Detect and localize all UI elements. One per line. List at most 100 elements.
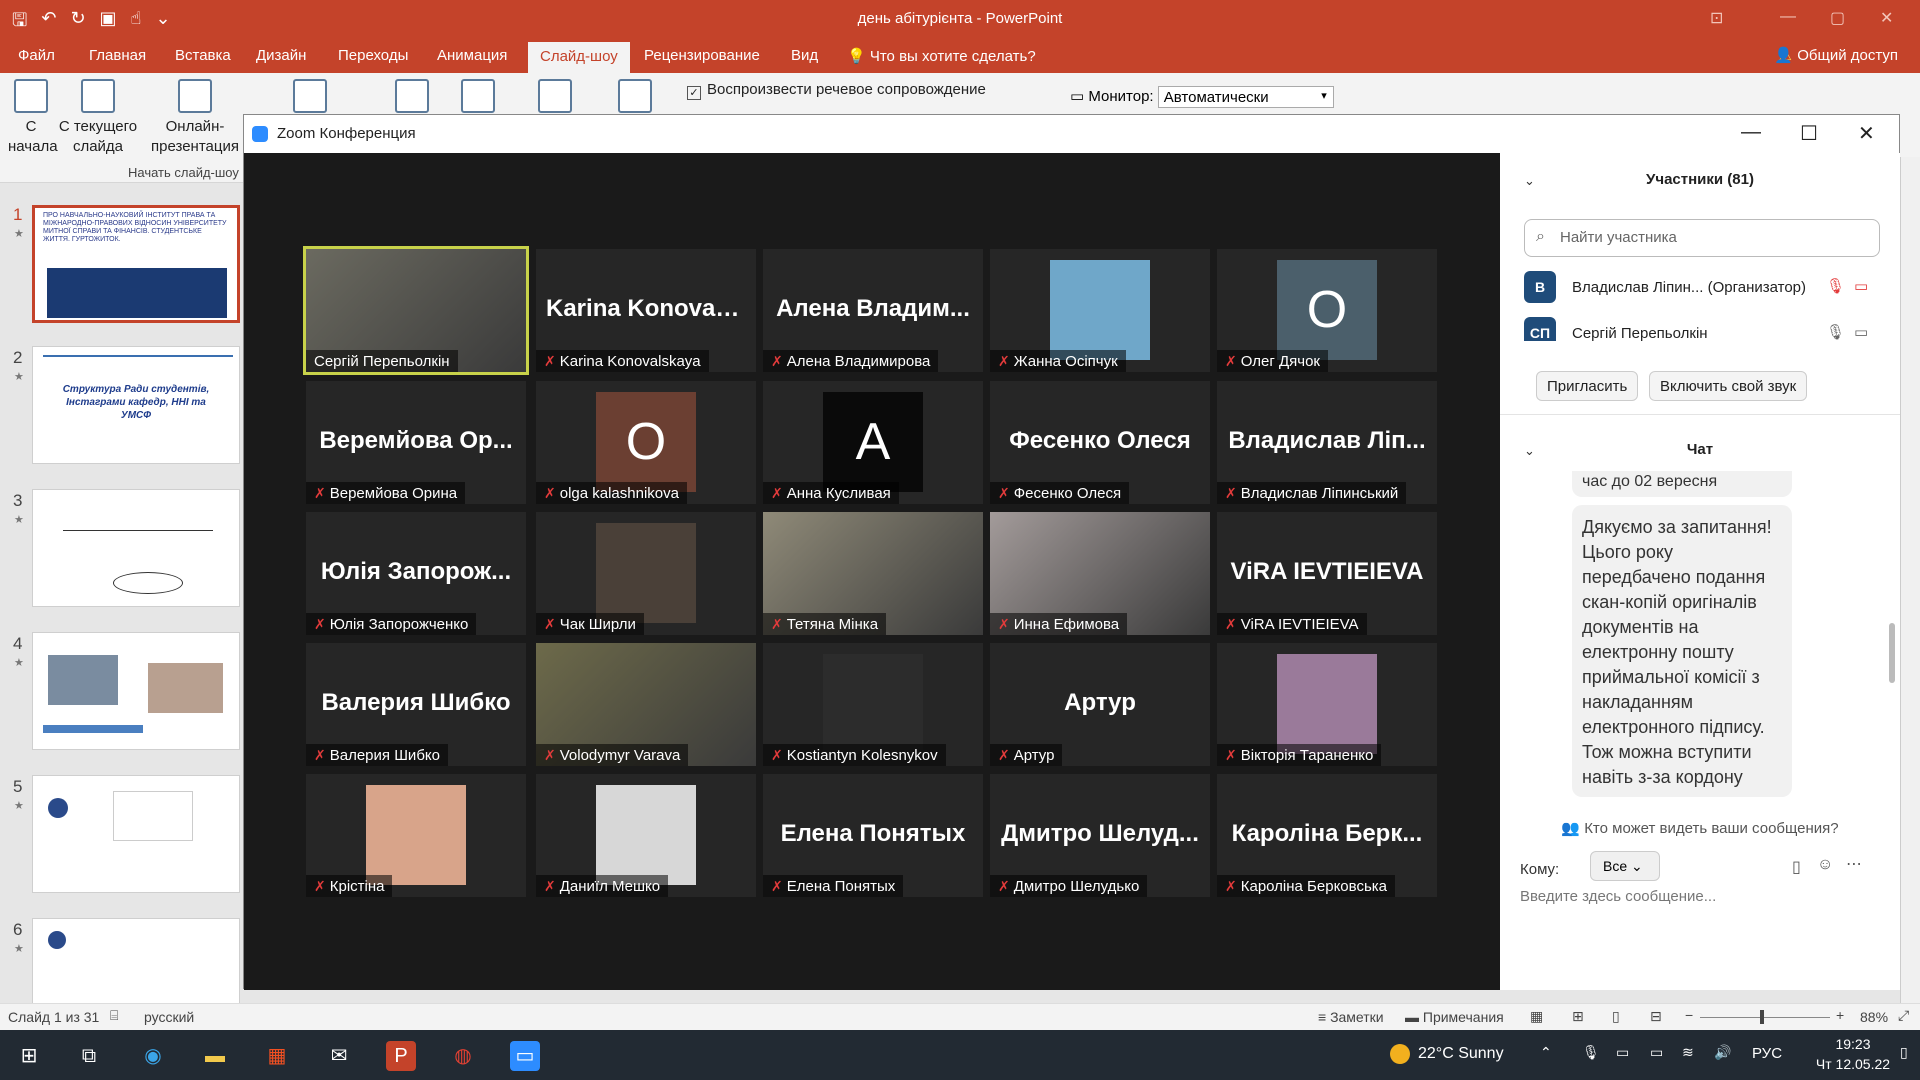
participant-tile[interactable]: ViRA IEVTIEIEVA ✗ ViRA IEVTIEIEVA <box>1217 512 1437 635</box>
participant-tile[interactable]: ✗ Жанна Осіпчук <box>990 249 1210 372</box>
clock-date[interactable]: Чт 12.05.22 <box>1812 1056 1894 1072</box>
more-icon[interactable]: ⋯ <box>1846 854 1862 874</box>
sorter-view-icon[interactable]: ⊞ <box>1572 1008 1584 1025</box>
weather-sun-icon[interactable] <box>1390 1044 1410 1064</box>
comments-button[interactable]: ▬ Примечания <box>1405 1009 1504 1025</box>
minimize-icon[interactable]: — <box>1780 8 1796 26</box>
participant-tile[interactable]: Кароліна Берк... ✗ Кароліна Берковська <box>1217 774 1437 897</box>
tab-transitions[interactable]: Переходы <box>338 47 408 64</box>
zoom-in-icon[interactable]: + <box>1836 1007 1844 1023</box>
slide-thumbnail[interactable]: Структура Ради студентів, Інстаграми каф… <box>32 346 240 464</box>
chat-visibility-link[interactable]: 👥 Кто может видеть ваши сообщения? <box>1500 819 1900 837</box>
tab-slideshow[interactable]: Слайд-шоу <box>528 42 630 73</box>
participant-search-input[interactable]: ⌕ Найти участника <box>1524 219 1880 257</box>
file-icon[interactable]: ▯ <box>1792 857 1801 877</box>
participant-tile[interactable]: Веремйова Ор... ✗ Веремйова Орина <box>306 381 526 504</box>
participant-tile[interactable]: Владислав Ліп... ✗ Владислав Ліпинський <box>1217 381 1437 504</box>
participant-tile[interactable]: ✗ Крістіна <box>306 774 526 897</box>
close-icon[interactable]: ✕ <box>1858 121 1875 146</box>
tab-animation[interactable]: Анимация <box>437 47 507 64</box>
maximize-icon[interactable]: ☐ <box>1800 121 1818 146</box>
maximize-icon[interactable]: ▢ <box>1830 8 1845 28</box>
monitor-select[interactable]: ▭ Монитор: Автоматически ▾ <box>1070 86 1334 108</box>
close-icon[interactable]: ✕ <box>1880 8 1893 28</box>
unmute-button[interactable]: Включить свой звук <box>1649 371 1808 401</box>
participant-tile[interactable]: Валерия Шибко ✗ Валерия Шибко <box>306 643 526 766</box>
chrome-icon[interactable]: ◍ <box>448 1041 478 1071</box>
participant-row[interactable]: СП Сергій Перепьолкін 🎙 ▭ <box>1524 317 1874 341</box>
zoom-app-icon[interactable]: ▭ <box>510 1041 540 1071</box>
slideshow-view-icon[interactable]: ⊟ <box>1650 1008 1662 1025</box>
participant-tile[interactable]: ✗ Тетяна Мінка <box>763 512 983 635</box>
share-button[interactable]: 👤 Общий доступ <box>1774 46 1898 64</box>
mic-icon[interactable]: 🎙 <box>1826 323 1845 341</box>
participant-tile[interactable]: Фесенко Олеся ✗ Фесенко Олеся <box>990 381 1210 504</box>
normal-view-icon[interactable]: ▦ <box>1530 1008 1543 1025</box>
tab-insert[interactable]: Вставка <box>175 47 231 64</box>
tab-file[interactable]: Файл <box>18 47 55 64</box>
zoom-slider-thumb[interactable] <box>1760 1010 1764 1024</box>
slide-thumbnail[interactable] <box>32 632 240 750</box>
participant-tile[interactable]: O ✗ olga kalashnikova <box>536 381 756 504</box>
chat-input[interactable]: Введите здесь сообщение... <box>1520 888 1716 905</box>
participant-tile[interactable]: А ✗ Анна Кусливая <box>763 381 983 504</box>
chat-scrollbar[interactable] <box>1889 623 1895 683</box>
rehearse-timings-button[interactable] <box>535 79 575 117</box>
invite-button[interactable]: Пригласить <box>1536 371 1639 401</box>
task-view-icon[interactable]: ⧉ <box>74 1041 104 1071</box>
participant-tile[interactable]: Юлія Запорож... ✗ Юлія Запорожченко <box>306 512 526 635</box>
participant-tile[interactable]: ✗ Kostiantyn Kolesnykov <box>763 643 983 766</box>
emoji-icon[interactable]: ☺ <box>1817 856 1833 874</box>
tab-view[interactable]: Вид <box>791 47 818 64</box>
microphone-icon[interactable]: 🎙 <box>1582 1044 1600 1061</box>
battery-icon[interactable]: ▭ <box>1650 1044 1663 1061</box>
notifications-icon[interactable]: ▯ <box>1900 1044 1908 1061</box>
slide-thumbnail[interactable] <box>32 918 240 1003</box>
participant-tile[interactable]: ✗ Чак Ширли <box>536 512 756 635</box>
tab-design[interactable]: Дизайн <box>256 47 306 64</box>
volume-icon[interactable]: 🔊 <box>1714 1044 1731 1061</box>
zoom-out-icon[interactable]: − <box>1685 1007 1693 1023</box>
participant-tile[interactable]: ✗ Вікторія Тараненко <box>1217 643 1437 766</box>
monitor-dropdown[interactable]: Автоматически ▾ <box>1157 86 1334 108</box>
clock-time[interactable]: 19:23 <box>1818 1036 1888 1052</box>
notes-button[interactable]: ≡ Заметки <box>1318 1009 1384 1025</box>
video-off-icon[interactable]: ▭ <box>1854 277 1868 295</box>
participant-row[interactable]: В Владислав Ліпин... (Организатор) 🎙 ▭ <box>1524 271 1874 307</box>
play-narrations-checkbox[interactable]: ✓ Воспроизвести речевое сопровождение <box>687 81 986 100</box>
ribbon-display-icon[interactable]: ⊡ <box>1710 8 1723 28</box>
custom-show-button[interactable] <box>290 79 330 117</box>
participant-tile[interactable]: Karina Konovals... ✗ Karina Konovalskaya <box>536 249 756 372</box>
language-label[interactable]: русский <box>144 1009 194 1025</box>
store-icon[interactable]: ▦ <box>262 1041 292 1071</box>
display-icon[interactable]: ▭ <box>1616 1044 1629 1061</box>
edge-icon[interactable]: ◉ <box>138 1041 168 1071</box>
zoom-level[interactable]: 88% <box>1860 1009 1888 1025</box>
participant-tile[interactable]: Артур ✗ Артур <box>990 643 1210 766</box>
slide-thumbnail[interactable] <box>32 775 240 893</box>
participant-tile[interactable]: ✗ Volodymyr Varava <box>536 643 756 766</box>
hide-slide-button[interactable] <box>458 79 498 117</box>
reading-view-icon[interactable]: ▯ <box>1612 1008 1620 1025</box>
participant-tile[interactable]: O ✗ Олег Дячок <box>1217 249 1437 372</box>
from-start-button[interactable]: С начала <box>8 79 58 157</box>
participant-tile[interactable]: ✗ Даниїл Мешко <box>536 774 756 897</box>
minimize-icon[interactable]: — <box>1741 121 1761 144</box>
vertical-scrollbar[interactable] <box>1900 157 1920 1003</box>
tray-chevron-icon[interactable]: ⌃ <box>1540 1044 1552 1061</box>
windows-start-icon[interactable]: ⊞ <box>14 1041 44 1071</box>
participant-tile[interactable]: Дмитро Шелуд... ✗ Дмитро Шелудько <box>990 774 1210 897</box>
input-language[interactable]: РУС <box>1752 1045 1782 1062</box>
recipient-select[interactable]: Все ⌄ <box>1590 851 1660 881</box>
slide-thumbnail[interactable] <box>32 489 240 607</box>
participant-tile[interactable]: Алена Владим... ✗ Алена Владимирова <box>763 249 983 372</box>
fit-window-icon[interactable]: ⤢ <box>1898 1007 1909 1024</box>
slide-thumbnail[interactable]: ПРО НАВЧАЛЬНО-НАУКОВИЙ ІНСТИТУТ ПРАВА ТА… <box>32 205 240 323</box>
weather-text[interactable]: 22°C Sunny <box>1418 1045 1504 1063</box>
file-explorer-icon[interactable]: ▬ <box>200 1041 230 1071</box>
tab-review[interactable]: Рецензирование <box>644 47 760 64</box>
setup-show-button[interactable] <box>392 79 432 117</box>
powerpoint-icon[interactable]: P <box>386 1041 416 1071</box>
from-current-button[interactable]: С текущего слайда <box>58 79 138 157</box>
tab-home[interactable]: Главная <box>89 47 146 64</box>
